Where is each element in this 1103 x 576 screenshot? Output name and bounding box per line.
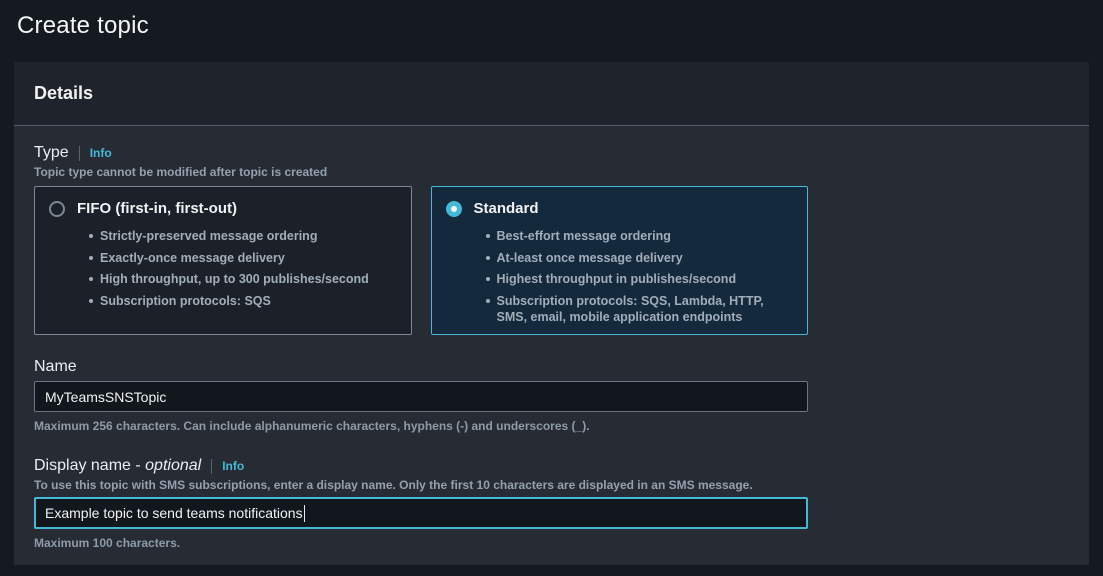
text-cursor xyxy=(304,505,306,522)
name-input[interactable] xyxy=(34,381,808,412)
list-item: Exactly-once message delivery xyxy=(89,250,397,266)
tile-fifo[interactable]: FIFO (first-in, first-out) Strictly-pres… xyxy=(34,186,412,335)
display-name-description: To use this topic with SMS subscriptions… xyxy=(34,478,1069,492)
name-field: Name Maximum 256 characters. Can include… xyxy=(34,358,1069,433)
tile-fifo-title: FIFO (first-in, first-out) xyxy=(77,200,237,217)
details-panel: Details Type Info Topic type cannot be m… xyxy=(14,62,1089,565)
display-name-info-link[interactable]: Info xyxy=(222,459,244,473)
tile-standard-bullet-list: Best-effort message ordering At-least on… xyxy=(446,228,794,325)
topic-type-tiles: FIFO (first-in, first-out) Strictly-pres… xyxy=(34,186,808,335)
display-name-constraint-text: Maximum 100 characters. xyxy=(34,536,1069,550)
type-field: Type Info Topic type cannot be modified … xyxy=(34,144,1069,335)
label-divider xyxy=(79,146,80,161)
tile-fifo-bullet-list: Strictly-preserved message ordering Exac… xyxy=(49,228,397,309)
display-name-input[interactable]: Example topic to send teams notification… xyxy=(34,497,808,529)
list-item: At-least once message delivery xyxy=(486,250,794,266)
type-label-row: Type Info xyxy=(34,144,1069,162)
list-item: Subscription protocols: SQS, Lambda, HTT… xyxy=(486,293,794,325)
name-label-row: Name xyxy=(34,358,1069,376)
list-item: High throughput, up to 300 publishes/sec… xyxy=(89,271,397,287)
label-divider xyxy=(211,459,212,474)
display-name-label: Display name - optional xyxy=(34,457,201,475)
name-label: Name xyxy=(34,358,77,376)
details-heading: Details xyxy=(34,83,93,104)
display-name-field: Display name - optional Info To use this… xyxy=(34,457,1069,550)
display-name-input-value: Example topic to send teams notification… xyxy=(45,505,303,521)
fifo-radio-button[interactable] xyxy=(49,201,65,217)
name-constraint-text: Maximum 256 characters. Can include alph… xyxy=(34,419,1069,433)
type-info-link[interactable]: Info xyxy=(90,146,112,160)
radio-dot xyxy=(451,206,457,212)
optional-label: optional xyxy=(145,457,201,474)
details-panel-header: Details xyxy=(14,62,1089,126)
list-item: Strictly-preserved message ordering xyxy=(89,228,397,244)
type-label: Type xyxy=(34,144,69,162)
tile-standard-title: Standard xyxy=(474,200,539,217)
list-item: Subscription protocols: SQS xyxy=(89,293,397,309)
standard-radio-button[interactable] xyxy=(446,201,462,217)
display-name-label-row: Display name - optional Info xyxy=(34,457,1069,475)
page-title: Create topic xyxy=(17,12,149,40)
tile-standard[interactable]: Standard Best-effort message ordering At… xyxy=(431,186,809,335)
tile-fifo-title-row: FIFO (first-in, first-out) xyxy=(49,200,397,217)
list-item: Highest throughput in publishes/second xyxy=(486,271,794,287)
details-panel-body: Type Info Topic type cannot be modified … xyxy=(14,126,1089,550)
type-description: Topic type cannot be modified after topi… xyxy=(34,165,1069,179)
list-item: Best-effort message ordering xyxy=(486,228,794,244)
tile-standard-title-row: Standard xyxy=(446,200,794,217)
